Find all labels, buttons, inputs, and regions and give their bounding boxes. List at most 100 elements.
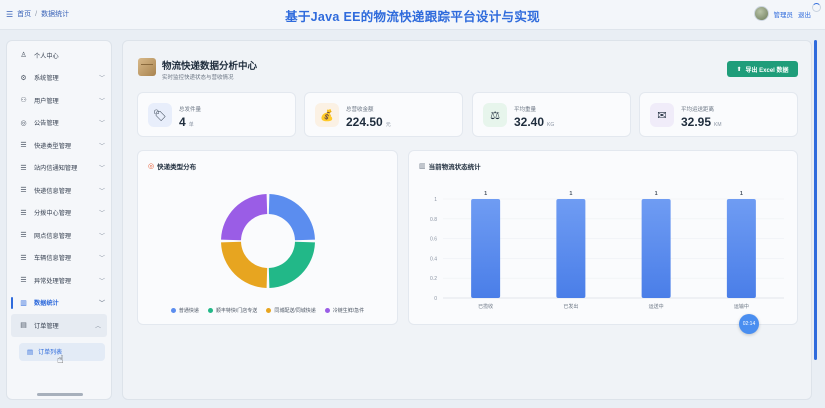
legend-label: 顺丰特快/门店专送 [215,308,258,314]
sidebar-item-label: 快递类型管理 [34,142,72,150]
chevron-down-icon: ﹀ [98,76,105,83]
chevron-down-icon: ﹀ [98,211,105,218]
bar-3[interactable] [726,199,756,298]
pie-slice-2[interactable] [221,241,268,288]
bar-2[interactable] [641,199,671,298]
bar-1[interactable] [556,199,586,298]
site-title: 基于Java EE的物流快递跟踪平台设计与实现 [285,10,540,24]
pie-slice-1[interactable] [268,241,315,288]
list-icon: ☰ [20,232,27,240]
user-icon: ♙ [20,52,27,60]
chevron-down-icon: ﹀ [98,143,105,150]
bar-data-label: 1 [655,191,658,197]
user-area: 管理员 退出 [753,6,811,21]
chevron-down-icon: ﹀ [98,301,105,308]
stat-unit: 单 [188,122,194,128]
chevron-down-icon: ﹀ [98,256,105,263]
stat-label: 平均重量 [514,107,537,113]
x-category-label: 运送中 [649,303,664,310]
chevron-up-icon: ︿ [94,323,101,330]
pie-chart [221,194,315,288]
sidebar-item-label: 个人中心 [34,52,59,60]
export-excel-button[interactable]: ⬆ 导出 Excel 数据 [727,61,798,77]
bar-data-label: 1 [740,191,743,197]
time-badge[interactable]: 02:14 [739,314,759,334]
stat-unit: KG [547,122,555,128]
sidebar-item-label: 分拨中心管理 [34,210,72,218]
pie-slice-3[interactable] [221,194,268,241]
sidebar-scrollbar[interactable] [37,393,83,396]
list-icon: ☰ [20,187,27,195]
sidebar-item-12[interactable]: ▤ 订单管理 ︿ [11,314,107,337]
y-tick-label: 0.6 [430,237,437,243]
stat-value-wrap: 4单 [179,115,194,129]
bar-data-label: 1 [569,191,572,197]
pie-slice-0[interactable] [268,194,315,241]
sidebar-item-5[interactable]: ☰ 站内信通知管理 ﹀ [7,157,111,180]
legend-item-1[interactable]: 顺丰特快/门店专送 [207,307,258,314]
sidebar-item-11[interactable]: ▥ 数据统计 ﹀ [7,292,111,315]
sidebar-item-2[interactable]: ⚇ 用户管理 ﹀ [7,89,111,112]
envelope-icon: ✉ [650,103,674,127]
pie-legend: 普通快递 顺丰特快/门店专送 同城配送/同城快递 冷链生鲜/急件 [138,307,397,314]
legend-item-3[interactable]: 冷链生鲜/急件 [324,307,365,314]
legend-dot [170,308,176,313]
list-icon: ☰ [20,164,27,172]
scale-icon: ⚖ [483,103,507,127]
sidebar-item-7[interactable]: ☰ 分拨中心管理 ﹀ [7,202,111,225]
logout-button[interactable]: 退出 [798,9,811,19]
announcement-icon: ◎ [20,119,27,127]
sidebar-subitem-order-list[interactable]: ▤ 订单列表 ☝ [19,342,105,366]
stat-unit: 元 [385,122,391,128]
stat-value-wrap: 32.95 KM [681,115,722,129]
y-tick-label: 0.2 [430,276,437,282]
sidebar: ♙ 个人中心 ⚙ 系统管理 ﹀ ⚇ 用户管理 ﹀ ◎ 公告管理 ﹀ ☰ 快递类型管理 ﹀ ☰ 站内信通知管理 ﹀… [6,40,112,400]
stat-label: 总营收金额 [346,107,374,113]
sidebar-item-6[interactable]: ☰ 快递信息管理 ﹀ [7,179,111,202]
order-icon: ▤ [20,322,27,330]
y-tick-label: 0 [434,296,437,302]
sidebar-item-10[interactable]: ☰ 异常处理管理 ﹀ [7,269,111,292]
mouse-pointer-icon: ☝ [57,353,64,366]
sidebar-item-label: 数据统计 [34,300,59,308]
sidebar-item-1[interactable]: ⚙ 系统管理 ﹀ [7,67,111,90]
legend-label: 普通快递 [178,308,199,314]
sidebar-item-4[interactable]: ☰ 快递类型管理 ﹀ [7,134,111,157]
sidebar-item-label: 订单管理 [34,322,59,330]
order-list-icon: ▤ [27,348,34,356]
legend-label: 冷链生鲜/急件 [332,308,365,314]
sidebar-item-label: 车辆信息管理 [34,255,72,263]
sidebar-item-9[interactable]: ☰ 车辆信息管理 ﹀ [7,247,111,270]
box-icon [138,58,156,76]
page-scrollbar[interactable] [814,40,817,360]
chevron-down-icon: ﹀ [98,278,105,285]
legend-item-2[interactable]: 同城配送/同城快递 [266,307,316,314]
chart-icon: ▥ [20,299,27,307]
list-icon: ☰ [20,254,27,262]
page-title: 物流快递数据分析中心 [162,61,258,72]
user-name[interactable]: 管理员 [774,9,794,19]
list-icon: ☰ [20,209,27,217]
stat-value: 32.95 [681,115,712,129]
avatar[interactable] [753,6,769,21]
stat-card-0: 🏷 总发件量 4 单 [137,92,296,137]
export-label: 导出 Excel 数据 [745,67,789,74]
pie-chart-panel: ◎ 快递类型分布 普通快递 顺丰特快/门店专送 同城配送/同城快递 冷链生鲜/急件 [137,150,398,325]
sidebar-item-0[interactable]: ♙ 个人中心 [7,44,111,67]
sidebar-item-3[interactable]: ◎ 公告管理 ﹀ [7,112,111,135]
legend-item-0[interactable]: 普通快递 [170,307,199,314]
chevron-down-icon: ﹀ [98,233,105,240]
sidebar-item-label: 站内信通知管理 [34,165,78,173]
sidebar-item-label: 异常处理管理 [34,277,72,285]
stat-value: 4 [179,115,186,129]
sidebar-item-8[interactable]: ☰ 网点信息管理 ﹀ [7,224,111,247]
bar-0[interactable] [471,199,501,298]
stat-unit: KM [714,122,722,128]
legend-label: 同城配送/同城快递 [274,308,316,314]
stat-card-2: ⚖ 平均重量 32.40 KG [472,92,631,137]
sidebar-item-label: 公告管理 [34,120,59,128]
page-subtitle: 实时监控快递状态与营收情况 [162,75,234,81]
sidebar-item-label: 系统管理 [34,75,59,83]
list-icon: ☰ [20,142,27,150]
package-icon: 🏷 [148,103,172,127]
